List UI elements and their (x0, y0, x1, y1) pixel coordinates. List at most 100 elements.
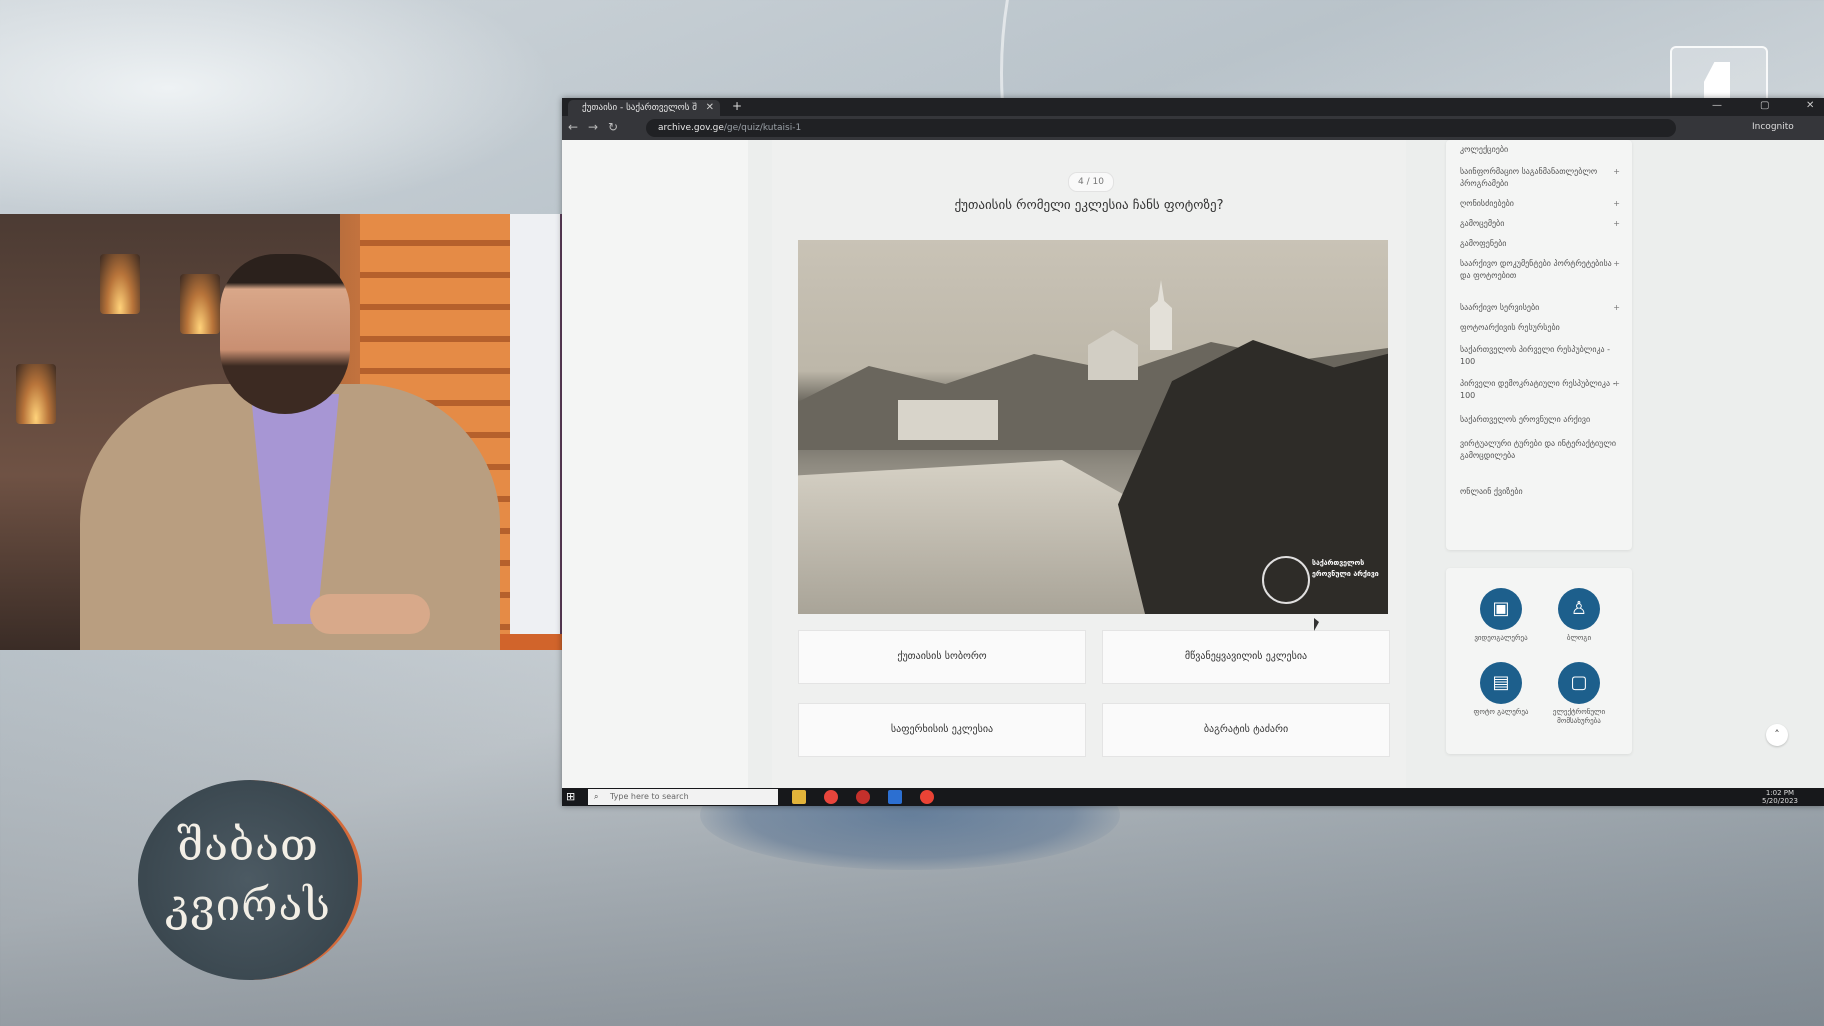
tab-bar: ქუთაისი - საქართველოს შ ✕ + — ▢ ✕ (562, 98, 1824, 116)
chrome-icon[interactable] (824, 790, 838, 804)
show-logo-line-1: შაბათ (177, 820, 319, 871)
service-label: ფოტო გალერეა (1473, 708, 1529, 716)
quiz-panel: 4 / 10 ქუთაისის რომელი ეკლესია ჩანს ფოტო… (772, 140, 1406, 788)
expand-icon[interactable]: + (1613, 166, 1620, 178)
archive-stamp: საქართველოს ეროვნული არქივი (1262, 556, 1382, 604)
sidebar-item[interactable]: ღონისძიებები + (1460, 198, 1620, 210)
quiz-question: ქუთაისის რომელი ეკლესია ჩანს ფოტოზე? (954, 198, 1224, 213)
sidebar-item[interactable]: საარქივო სერვისები + (1460, 302, 1620, 314)
answer-option-4[interactable]: ბაგრატის ტაძარი (1102, 703, 1390, 757)
sidebar-item-label: საქართველოს პირველი რესპუბლიკა - 100 (1460, 345, 1611, 366)
studio-panel (510, 214, 560, 650)
new-tab-icon[interactable]: + (732, 99, 742, 113)
sidebar-item-label: ფოტოარქივის რესურსები (1460, 323, 1560, 332)
sidebar-item[interactable]: ფოტოარქივის რესურსები (1460, 322, 1620, 334)
sidebar-menu: კოლექციები საინფორმაციო საგანმანათლებლო … (1446, 140, 1632, 550)
reload-icon[interactable]: ↻ (608, 120, 618, 134)
show-logo-line-2: კვირას (165, 880, 331, 931)
mouse-cursor-icon (1314, 618, 1319, 631)
expand-icon[interactable]: + (1613, 302, 1620, 314)
maximize-icon[interactable]: ▢ (1760, 100, 1769, 111)
sidebar-item[interactable]: ვირტუალური ტურები და ინტერაქტიული გამოცდ… (1460, 438, 1620, 462)
search-icon: ⌕ (594, 792, 599, 801)
opera-icon[interactable] (856, 790, 870, 804)
monitor-icon: ▢ (1558, 662, 1600, 704)
scroll-to-top-button[interactable]: ˄ (1766, 724, 1788, 746)
close-tab-icon[interactable]: ✕ (706, 100, 714, 116)
photo-church (1150, 280, 1172, 350)
photo-building (898, 400, 998, 440)
sidebar-item-label: კოლექციები (1460, 145, 1509, 154)
windows-taskbar: ⊞ ⌕ Type here to search 1:02 PM 5/20/202… (562, 788, 1824, 806)
sidebar-item[interactable]: პირველი დემოკრატიული რესპუბლიკა - 100 + (1460, 378, 1620, 402)
sidebar-item-label: საინფორმაციო საგანმანათლებლო პროგრამები (1460, 167, 1598, 188)
url-path: /ge/quiz/kutaisi-1 (723, 123, 802, 133)
taskbar-search-field[interactable]: ⌕ Type here to search (588, 789, 778, 805)
browser-window: ქუთაისი - საქართველოს შ ✕ + — ▢ ✕ ← → ↻ … (562, 98, 1824, 806)
mail-icon[interactable] (888, 790, 902, 804)
web-page: 4 / 10 ქუთაისის რომელი ეკლესია ჩანს ფოტო… (562, 140, 1824, 788)
sidebar-item[interactable]: კოლექციები (1460, 144, 1620, 156)
expand-icon[interactable]: + (1613, 258, 1620, 270)
person-icon: ♙ (1558, 588, 1600, 630)
sidebar-item-label: გამოფენები (1460, 239, 1507, 248)
back-icon[interactable]: ← (568, 120, 578, 134)
clock-time: 1:02 PM (1765, 789, 1795, 797)
presenter-head (220, 254, 350, 414)
sidebar-item[interactable]: საქართველოს პირველი რესპუბლიკა - 100 (1460, 344, 1620, 368)
sidebar-item[interactable]: გამოფენები (1460, 238, 1620, 250)
sidebar-item[interactable]: საინფორმაციო საგანმანათლებლო პროგრამები + (1460, 166, 1620, 190)
incognito-label: Incognito (1752, 122, 1794, 132)
browser-tab[interactable]: ქუთაისი - საქართველოს შ ✕ (568, 100, 720, 116)
show-logo: შაბათ კვირას (138, 780, 362, 980)
wall-lamp (16, 364, 56, 424)
taskbar-clock[interactable]: 1:02 PM 5/20/2023 (1762, 789, 1798, 805)
service-e-services[interactable]: ▢ ელექტრონული მომსახურება (1544, 662, 1614, 726)
expand-icon[interactable]: + (1613, 218, 1620, 230)
quiz-photo: საქართველოს ეროვნული არქივი (798, 240, 1388, 614)
service-label: ელექტრონული მომსახურება (1552, 708, 1606, 725)
sidebar-item[interactable]: საქართველოს ეროვნული არქივი (1460, 414, 1620, 426)
windows-start-icon[interactable]: ⊞ (566, 791, 578, 803)
photo-house (1088, 330, 1138, 380)
right-sidebar: კოლექციები საინფორმაციო საგანმანათლებლო … (1422, 140, 1824, 788)
tab-title: ქუთაისი - საქართველოს შ (582, 103, 697, 113)
forward-icon[interactable]: → (588, 120, 598, 134)
service-blog[interactable]: ♙ ბლოგი (1544, 588, 1614, 643)
expand-icon[interactable]: + (1613, 198, 1620, 210)
answer-option-3[interactable]: საფერხისის ეკლესია (798, 703, 1086, 757)
sidebar-item-label: საქართველოს ეროვნული არქივი (1460, 415, 1591, 424)
file-explorer-icon[interactable] (792, 790, 806, 804)
archive-stamp-text: საქართველოს ეროვნული არქივი (1312, 559, 1379, 578)
minimize-icon[interactable]: — (1712, 100, 1722, 111)
video-icon: ▣ (1480, 588, 1522, 630)
service-label: ბლოგი (1566, 634, 1592, 642)
clock-date: 5/20/2023 (1762, 797, 1798, 805)
sidebar-item[interactable]: საარქივო დოკუმენტები პორტრეტებისა და ფოტ… (1460, 258, 1620, 282)
close-window-icon[interactable]: ✕ (1806, 100, 1814, 111)
url-field[interactable]: archive.gov.ge/ge/quiz/kutaisi-1 (646, 119, 1676, 137)
photo-icon: ▤ (1480, 662, 1522, 704)
answer-option-2[interactable]: მწვანეყვავილის ეკლესია (1102, 630, 1390, 684)
service-photo-gallery[interactable]: ▤ ფოტო გალერეა (1466, 662, 1536, 717)
sidebar-item-label: ვირტუალური ტურები და ინტერაქტიული გამოცდ… (1460, 439, 1617, 460)
sidebar-item-label: საარქივო დოკუმენტები პორტრეტებისა და ფოტ… (1460, 259, 1612, 280)
expand-icon[interactable]: + (1613, 378, 1620, 390)
sidebar-item-label: პირველი დემოკრატიული რესპუბლიკა - 100 (1460, 379, 1616, 400)
sidebar-item[interactable]: გამოცემები + (1460, 218, 1620, 230)
address-bar-row: ← → ↻ archive.gov.ge/ge/quiz/kutaisi-1 I… (562, 116, 1824, 140)
background-glow (0, 0, 560, 220)
sidebar-item[interactable]: ონლაინ ქვიზები (1460, 486, 1620, 498)
service-label: ვიდეოგალერეა (1474, 634, 1528, 642)
sidebar-item-label: საარქივო სერვისები (1460, 303, 1540, 312)
sidebar-item-label: ღონისძიებები (1460, 199, 1514, 208)
sidebar-item-label: ონლაინ ქვიზები (1460, 487, 1523, 496)
question-counter: 4 / 10 (1068, 172, 1114, 192)
service-video-gallery[interactable]: ▣ ვიდეოგალერეა (1466, 588, 1536, 643)
left-pane (562, 140, 748, 788)
taskbar-search-placeholder: Type here to search (610, 792, 689, 801)
chrome-incognito-icon[interactable] (920, 790, 934, 804)
presenter (80, 234, 500, 650)
url-host: archive.gov.ge (658, 123, 724, 133)
answer-option-1[interactable]: ქუთაისის სობორო (798, 630, 1086, 684)
